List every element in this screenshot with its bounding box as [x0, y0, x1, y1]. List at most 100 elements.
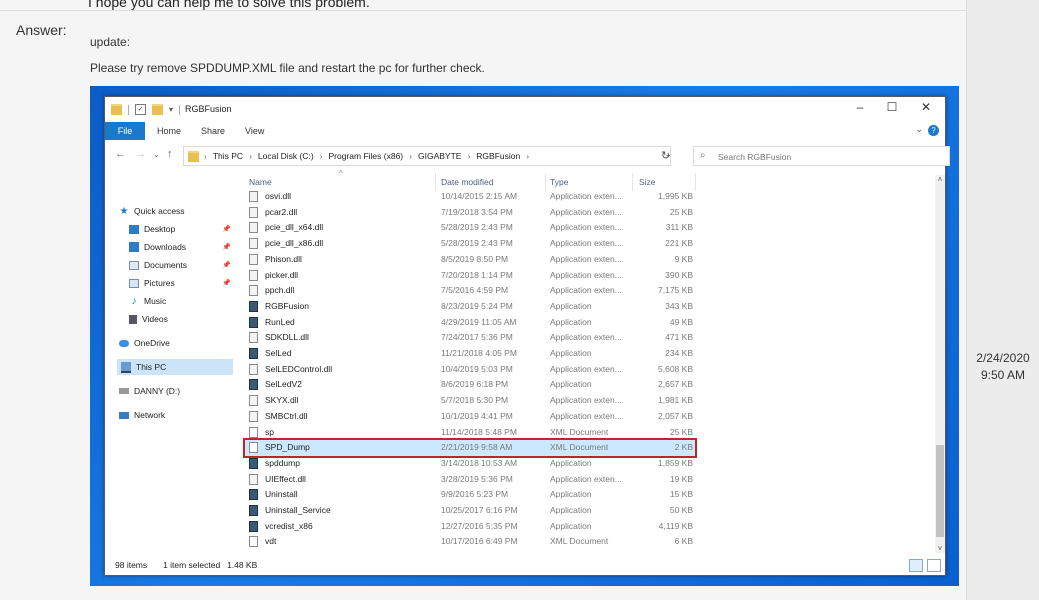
file-size: 15 KB: [669, 489, 693, 500]
file-row[interactable]: RGBFusion 8/23/2019 5:24 PM Application 343…: [245, 299, 695, 315]
application-icon: [249, 379, 258, 391]
scroll-down-icon[interactable]: ˅: [935, 544, 945, 553]
nav-label: OneDrive: [134, 338, 170, 348]
dll-file-icon: [249, 253, 258, 265]
timestamp-date: 2/24/2020: [976, 351, 1030, 365]
tab-share[interactable]: Share: [201, 122, 225, 140]
column-header-date[interactable]: Date modified: [441, 177, 493, 187]
address-bar[interactable]: › This PC › Local Disk (C:) › Program Fi…: [183, 146, 672, 166]
forward-arrow-icon[interactable]: →: [135, 148, 146, 160]
file-type: XML Document: [550, 442, 609, 453]
file-type: Application exten...: [550, 332, 622, 343]
breadcrumb-rgbfusion[interactable]: RGBFusion: [476, 151, 520, 161]
nav-documents[interactable]: Documents 📌: [129, 257, 235, 273]
file-row[interactable]: spddump 3/14/2018 10:53 AM Application 1,85…: [245, 456, 695, 472]
search-input[interactable]: ⌕ Search RGBFusion: [693, 146, 950, 166]
large-icons-view-icon[interactable]: [927, 559, 941, 572]
maximize-icon[interactable]: ☐: [877, 100, 907, 114]
file-date: 11/21/2018 4:05 PM: [441, 348, 517, 358]
customize-toolbar-icon[interactable]: ▾: [169, 105, 173, 114]
column-header-name[interactable]: Name: [249, 177, 272, 187]
file-row[interactable]: Uninstall_Service 10/25/2017 6:16 PM Appli…: [245, 503, 695, 519]
nav-this-pc[interactable]: This PC: [117, 359, 233, 375]
ribbon-tabs: File Home Share View ⌄ ?: [105, 122, 945, 140]
nav-network[interactable]: Network: [119, 407, 235, 423]
file-row[interactable]: RunLed 4/29/2019 11:05 AM Application 49 KB: [245, 315, 695, 331]
file-row[interactable]: osvi.dll 10/14/2015 2:15 AM Application ex…: [245, 189, 695, 205]
refresh-icon[interactable]: ↻: [661, 149, 670, 162]
tab-file[interactable]: File: [105, 122, 145, 140]
file-row[interactable]: vcredist_x86 12/27/2016 5:35 PM Applicatio…: [245, 519, 695, 535]
file-type: Application exten...: [550, 410, 622, 421]
scroll-up-icon[interactable]: ˄: [935, 175, 945, 184]
column-divider[interactable]: [695, 173, 696, 191]
tab-home[interactable]: Home: [157, 122, 181, 140]
xml-file-icon: [249, 536, 258, 548]
pin-icon: 📌: [222, 280, 231, 287]
breadcrumb-local-disk[interactable]: Local Disk (C:): [258, 151, 314, 161]
help-icon[interactable]: ?: [928, 125, 939, 136]
file-date: 2/21/2019 9:58 AM: [441, 442, 513, 453]
file-row[interactable]: vdt 10/17/2016 6:49 PM XML Document 6 KB: [245, 534, 695, 550]
breadcrumb-this-pc[interactable]: This PC: [213, 151, 243, 161]
dll-file-icon: [249, 238, 258, 250]
nav-pictures[interactable]: Pictures 📌: [129, 275, 235, 291]
previous-post-text: I hope you can help me to solve this pro…: [88, 0, 370, 10]
nav-music[interactable]: ♪ Music: [129, 293, 235, 309]
nav-label: DANNY (D:): [134, 386, 181, 396]
post-timestamp: 2/24/2020 9:50 AM: [968, 350, 1038, 384]
file-date: 5/7/2018 5:30 PM: [441, 395, 509, 406]
nav-onedrive[interactable]: OneDrive: [119, 335, 235, 351]
pin-icon: 📌: [222, 262, 231, 269]
navigation-pane: ★ Quick access Desktop 📌 Downloads 📌 Doc…: [105, 175, 237, 555]
nav-quick-access[interactable]: ★ Quick access: [119, 203, 235, 219]
toolbar-divider: [128, 104, 129, 115]
file-type: Application exten...: [550, 285, 622, 296]
file-row[interactable]: SPD_Dump 2/21/2019 9:58 AM XML Document 2 K…: [243, 438, 697, 458]
file-row[interactable]: Uninstall 9/9/2016 5:23 PM Application 15 K…: [245, 487, 695, 503]
column-header-size[interactable]: Size: [639, 177, 656, 187]
scrollbar-thumb[interactable]: [936, 445, 944, 537]
file-type: Application: [550, 316, 592, 327]
file-date: 10/17/2016 6:49 PM: [441, 536, 518, 547]
nav-downloads[interactable]: Downloads 📌: [129, 239, 235, 255]
up-arrow-icon[interactable]: ↑: [167, 148, 173, 160]
vertical-scrollbar[interactable]: ˄ ˅: [935, 175, 945, 553]
column-header-type[interactable]: Type: [550, 177, 568, 187]
nav-videos[interactable]: Videos: [129, 311, 235, 327]
file-row[interactable]: SelLedV2 8/6/2019 6:18 PM Application 2,657…: [245, 377, 695, 393]
breadcrumb-program-files[interactable]: Program Files (x86): [329, 151, 404, 161]
file-row[interactable]: pcie_dll_x86.dll 5/28/2019 2:43 PM Applica…: [245, 236, 695, 252]
videos-icon: [129, 314, 137, 324]
file-size: 390 KB: [665, 269, 693, 280]
file-type: Application exten...: [550, 222, 622, 233]
file-row[interactable]: picker.dll 7/20/2018 1:14 PM Application e…: [245, 268, 695, 284]
file-row[interactable]: Phison.dll 8/5/2019 8:50 PM Application ex…: [245, 252, 695, 268]
minimize-icon[interactable]: –: [845, 100, 875, 114]
file-row[interactable]: SMBCtrl.dll 10/1/2019 4:41 PM Application …: [245, 409, 695, 425]
expand-ribbon-icon[interactable]: ⌄: [915, 124, 923, 135]
file-row[interactable]: pcar2.dll 7/19/2018 3:54 PM Application ex…: [245, 205, 695, 221]
file-row[interactable]: SelLEDControl.dll 10/4/2019 5:03 PM Applic…: [245, 362, 695, 378]
tab-view[interactable]: View: [245, 122, 264, 140]
file-row[interactable]: SDKDLL.dll 7/24/2017 5:36 PM Application e…: [245, 330, 695, 346]
file-row[interactable]: SKYX.dll 5/7/2018 5:30 PM Application exte…: [245, 393, 695, 409]
properties-icon[interactable]: ✓: [135, 104, 146, 115]
file-row[interactable]: SelLed 11/21/2018 4:05 PM Application 234 K…: [245, 346, 695, 362]
new-folder-icon[interactable]: [152, 104, 163, 115]
file-row[interactable]: sp 11/14/2018 5:48 PM XML Document 25 KB: [245, 425, 695, 441]
back-arrow-icon[interactable]: ←: [115, 148, 126, 160]
file-row[interactable]: UIEffect.dll 3/28/2019 5:36 PM Application…: [245, 472, 695, 488]
file-name: vcredist_x86: [265, 520, 313, 531]
file-size: 19 KB: [669, 473, 693, 484]
details-view-icon[interactable]: [909, 559, 923, 572]
nav-desktop[interactable]: Desktop 📌: [129, 221, 235, 237]
recent-locations-icon[interactable]: ⌄: [153, 150, 160, 159]
file-name: ppch.dll: [265, 285, 295, 296]
close-icon[interactable]: ✕: [911, 100, 941, 114]
breadcrumb-gigabyte[interactable]: GIGABYTE: [418, 151, 461, 161]
nav-danny-drive[interactable]: DANNY (D:): [119, 383, 235, 399]
file-row[interactable]: ppch.dll 7/5/2016 4:59 PM Application exte…: [245, 283, 695, 299]
file-name: Uninstall: [265, 489, 298, 500]
file-row[interactable]: pcie_dll_x64.dll 5/28/2019 2:43 PM Applica…: [245, 220, 695, 236]
